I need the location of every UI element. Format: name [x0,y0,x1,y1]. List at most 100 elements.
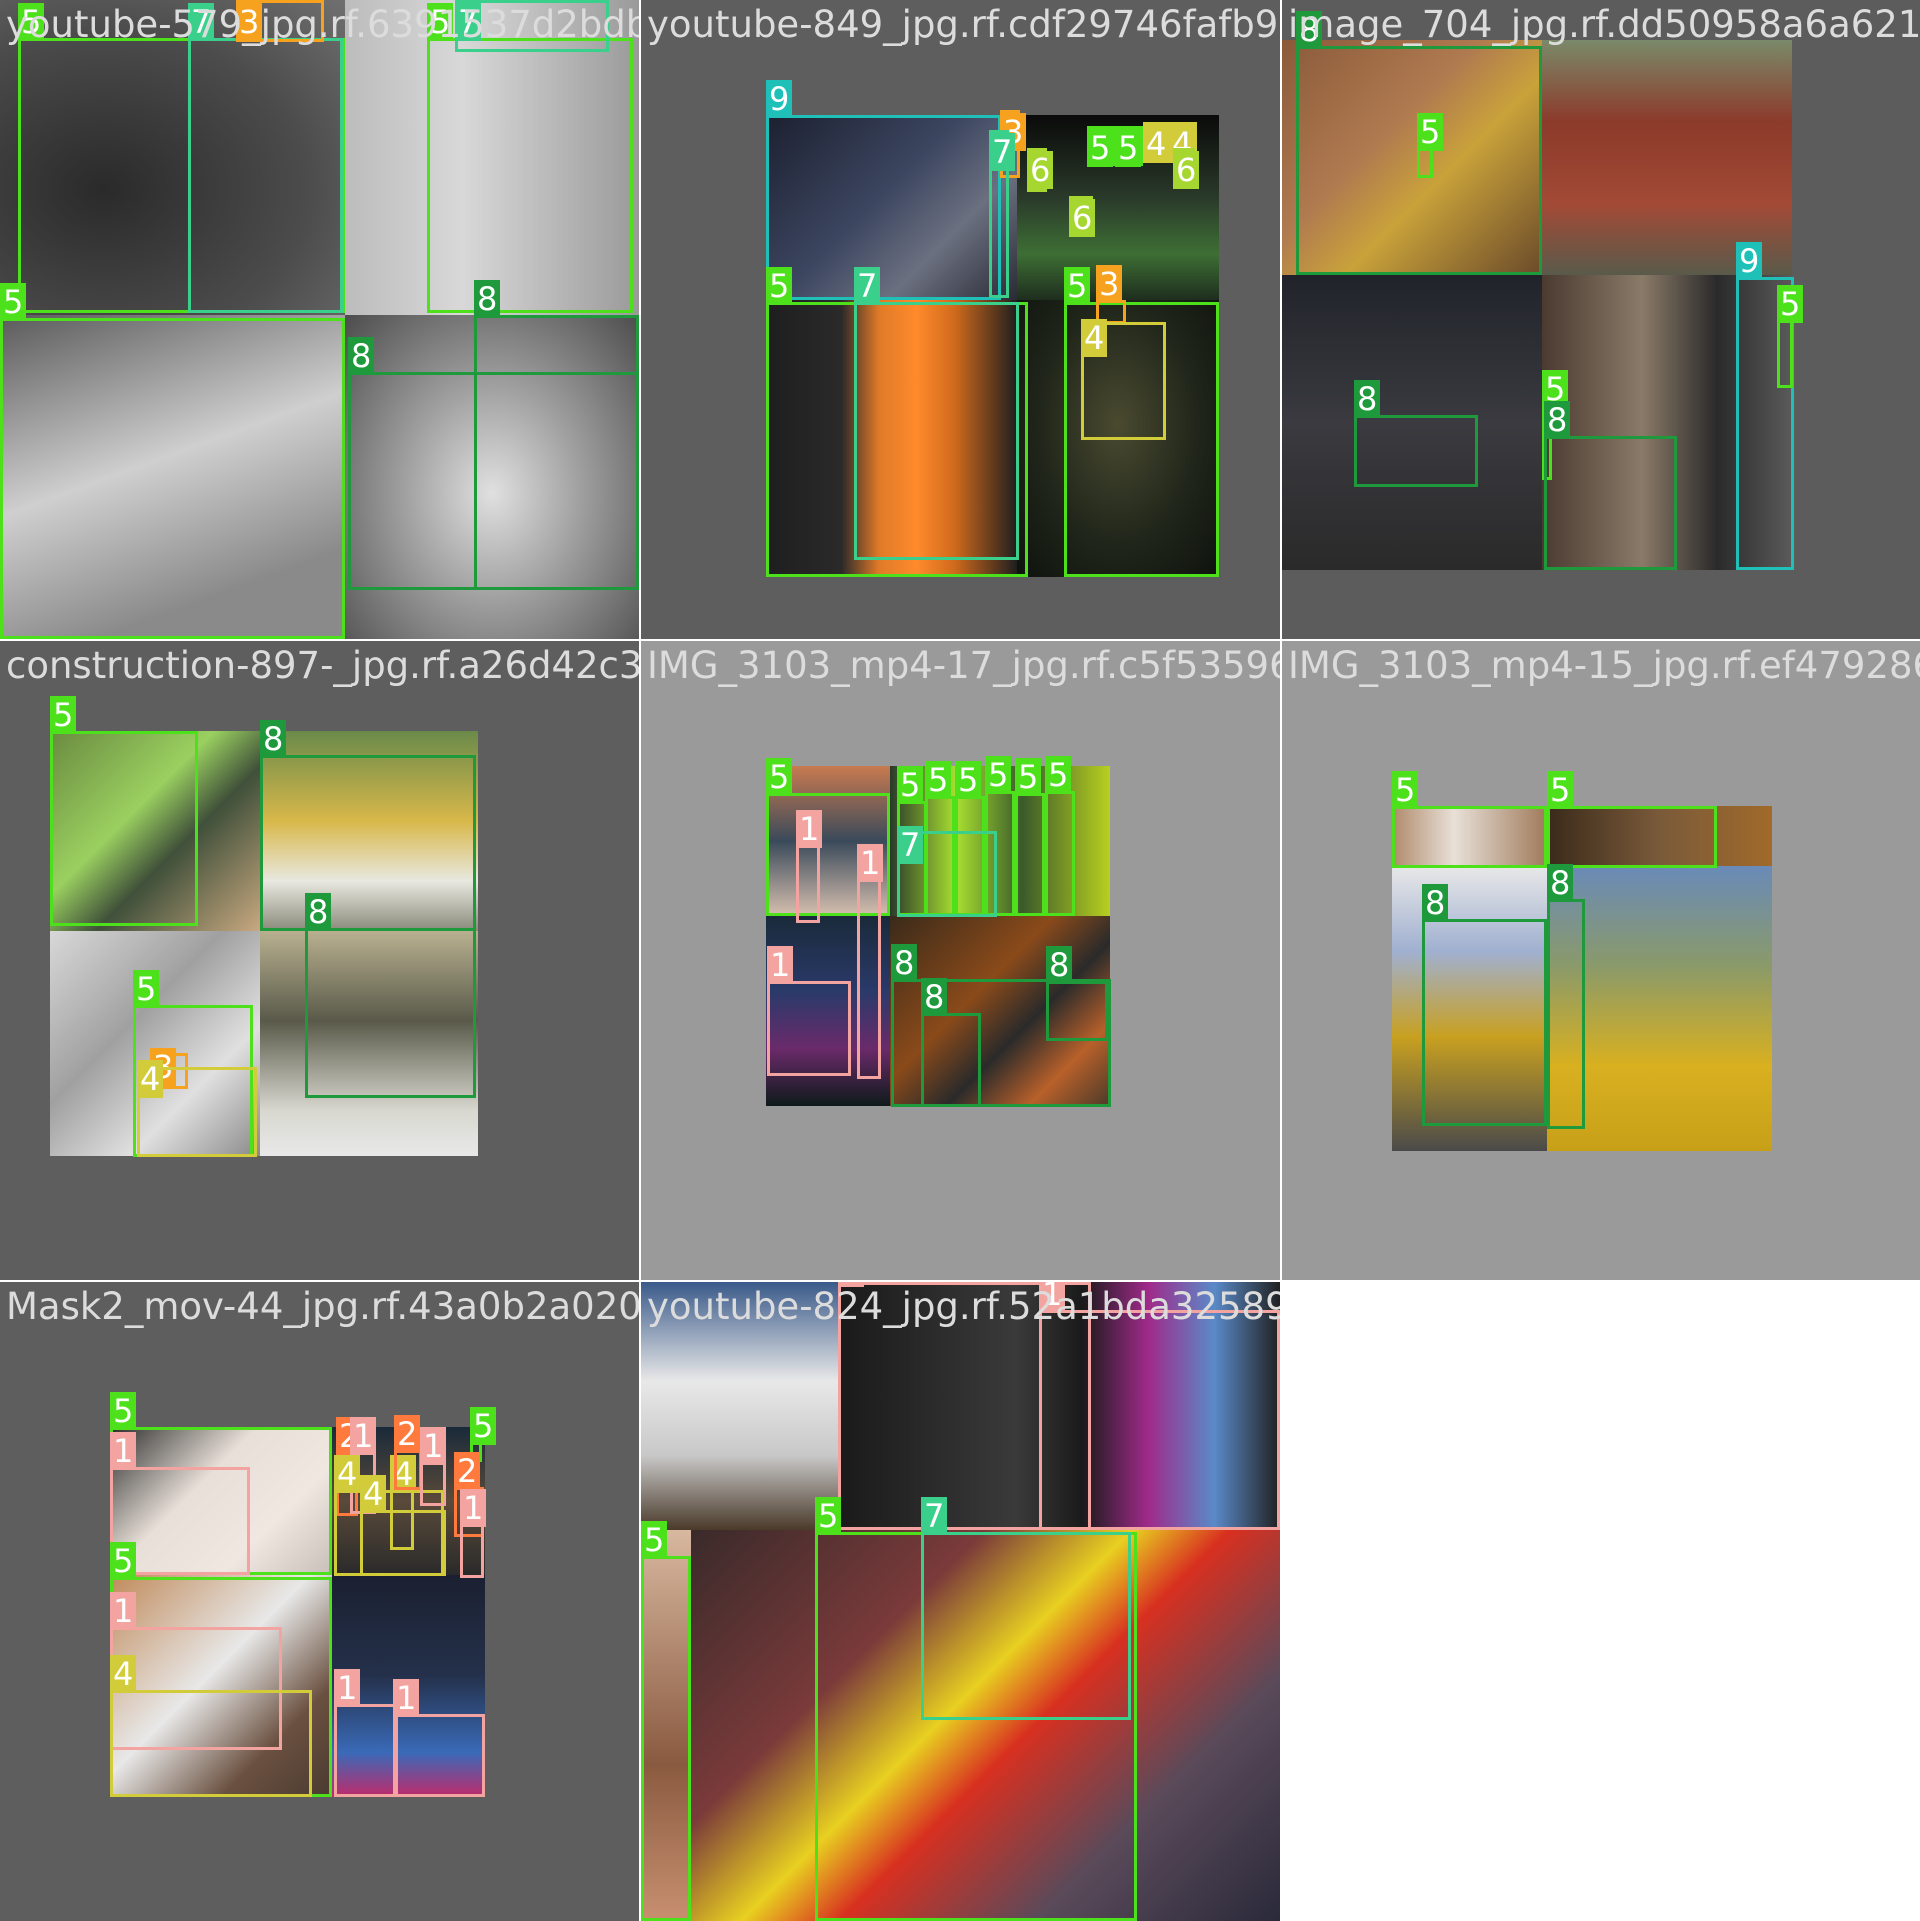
detection-box: 4 [1143,122,1171,163]
mosaic-tile-2: youtube-849_jpg.rf.cdf29746fafb9adf4ea0 … [641,0,1280,639]
class-label: 5 [1547,771,1574,809]
detection-box: 1 [393,1679,485,1797]
detection-box: 4 [110,1655,312,1797]
detection-box: 6 [1173,148,1200,189]
class-label: 1 [796,810,823,848]
class-label: 5 [1392,771,1419,809]
class-label: 5 [641,1521,668,1559]
detection-box: 8 [348,337,639,590]
class-label: 8 [921,978,948,1016]
detection-box: 4 [360,1475,446,1576]
class-label: 5 [50,696,77,734]
class-label: 1 [334,1669,361,1707]
mosaic-tile-3: image_704_jpg.rf.dd50958a6a62180b 8 5 9 … [1282,0,1920,639]
class-label: 5 [110,1392,137,1430]
detection-box: 5 [1392,771,1547,868]
detection-box: 7 [921,1497,1131,1720]
image-filename: youtube-824_jpg.rf.52a1bda32589a2e4564cc [647,1285,1280,1328]
image-filename: IMG_3103_mp4-17_jpg.rf.c5f5359622f4df731 [647,644,1280,687]
class-label: 4 [360,1475,387,1513]
detection-box: 8 [1547,864,1585,1129]
detection-box: 8 [260,720,476,931]
class-label: 8 [260,720,287,758]
detection-box: 1 [460,1489,487,1578]
class-label: 5 [1087,129,1114,167]
class-label: 5 [1417,113,1444,151]
class-label: 5 [133,970,160,1008]
detection-box: 5 [1087,126,1115,167]
class-label: 5 [955,761,982,799]
detection-box: 4 [1081,319,1166,440]
detection-box: 7 [854,267,1019,560]
class-label: 7 [897,826,924,864]
class-label: 7 [921,1497,948,1535]
class-label: 1 [350,1417,377,1455]
mosaic-tile-empty [1282,1282,1920,1921]
detection-box: 7 [188,3,343,313]
detection-box: 5 [1115,126,1143,167]
class-label: 8 [891,944,918,982]
detection-box: 5 [1547,771,1717,868]
class-label: 5 [1015,758,1042,796]
class-label: 8 [1422,884,1449,922]
class-label: 3 [1096,265,1123,303]
detection-box: 8 [1046,946,1108,1041]
class-label: 5 [110,1542,137,1580]
detection-box: 4 [137,1060,257,1157]
detection-box: 2 [394,1415,422,1490]
image-filename: Mask2_mov-44_jpg.rf.43a0b2a020b8d [6,1285,639,1328]
class-label: 1 [110,1592,137,1630]
class-label: 8 [1354,380,1381,418]
class-label: 1 [393,1679,420,1717]
mosaic-tile-8: youtube-824_jpg.rf.52a1bda32589a2e4564cc… [641,1282,1280,1921]
detection-box: 1 [857,844,884,1079]
class-label: 5 [1064,267,1091,305]
class-label: 5 [470,1407,497,1445]
detection-box: 1 [420,1427,447,1506]
class-label: 5 [1115,129,1142,167]
class-label: 4 [137,1060,164,1098]
class-label: 1 [460,1489,487,1527]
class-label: 8 [348,337,375,375]
class-label: 4 [1081,319,1108,357]
detection-box: 5 [427,3,633,313]
mosaic-tile-5: IMG_3103_mp4-17_jpg.rf.c5f5359622f4df731… [641,641,1280,1280]
class-label: 9 [766,80,793,118]
class-label: 8 [305,893,332,931]
class-label: 7 [854,267,881,305]
class-label: 6 [1173,151,1200,189]
detection-box: 1 [334,1669,398,1797]
class-label: 6 [1069,199,1096,237]
class-label: 4 [334,1455,361,1493]
class-label: 5 [766,758,793,796]
detection-box: 8 [1544,401,1677,570]
class-label: 4 [110,1655,137,1693]
detection-box: 5 [1015,758,1045,916]
detection-box: 8 [921,978,981,1107]
image-filename: IMG_3103_mp4-15_jpg.rf.ef47928677 [1288,644,1920,687]
class-label: 1 [767,946,794,984]
class-label: 9 [1736,242,1763,280]
mosaic-tile-7: Mask2_mov-44_jpg.rf.43a0b2a020b8d 5 1 5 … [0,1282,639,1921]
class-label: 5 [1777,285,1804,323]
class-label: 2 [454,1452,481,1490]
detection-box: 9 [766,80,1001,300]
detection-box: 6 [1027,148,1054,192]
tile-photo-quadrant [1542,40,1792,275]
mosaic-tile-6: IMG_3103_mp4-15_jpg.rf.ef47928677 5 5 8 … [1282,641,1920,1280]
class-label: 5 [1045,756,1072,794]
class-label: 5 [897,766,924,804]
image-filename: image_704_jpg.rf.dd50958a6a62180b [1288,3,1920,46]
class-label: 5 [0,283,27,321]
detection-box: 1 [1039,1282,1280,1530]
class-label: 8 [1046,946,1073,984]
detection-box: 5 [1417,113,1444,178]
detection-box: 8 [305,893,476,1098]
class-label: 5 [766,267,793,305]
detection-box: 5 [50,696,198,926]
class-label: 2 [394,1415,421,1453]
class-label: 5 [985,756,1012,794]
detection-box: 1 [796,810,823,923]
image-filename: youtube-849_jpg.rf.cdf29746fafb9adf4ea0 [647,3,1280,46]
detection-box: 8 [1354,380,1478,487]
